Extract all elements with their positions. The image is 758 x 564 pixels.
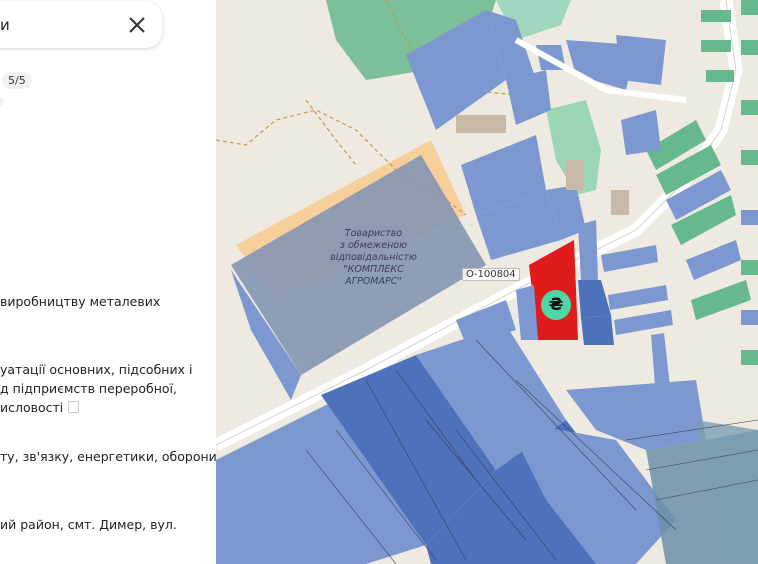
parcel[interactable]	[578, 280, 611, 318]
residential-plot[interactable]	[741, 100, 758, 115]
hryvnia-icon[interactable]: ₴	[541, 290, 571, 320]
residential-plot[interactable]	[741, 40, 758, 55]
building	[611, 190, 629, 215]
boundary-line	[305, 99, 357, 166]
parcel[interactable]	[608, 285, 668, 310]
residential-plot[interactable]	[706, 70, 734, 82]
residential-plot[interactable]	[686, 240, 741, 280]
search-input[interactable]: и	[0, 16, 10, 34]
residential-plot[interactable]	[741, 0, 758, 15]
residential-plot[interactable]	[621, 110, 661, 155]
map-canvas[interactable]	[216, 0, 758, 564]
residential-plot[interactable]	[741, 310, 758, 325]
residential-plot[interactable]	[741, 260, 758, 275]
company-label-line-1: Товариство	[344, 228, 403, 239]
detail-line-2: уатації основних, підсобних і	[0, 362, 193, 377]
residential-plot[interactable]	[701, 10, 731, 22]
detail-line-5: ту, зв'язку, енергетики, оборони	[0, 449, 216, 464]
company-label-line-5: АГРОМАРС"	[345, 276, 402, 287]
detail-line-4-row: исловості	[0, 400, 80, 415]
residential-plot[interactable]	[741, 150, 758, 165]
building	[456, 115, 506, 133]
residential-plot[interactable]	[741, 210, 758, 225]
search-box[interactable]: и	[0, 2, 162, 48]
residential-plot[interactable]	[741, 350, 758, 365]
cadastral-map[interactable]: Товариство з обмеженою відповідальністю …	[216, 0, 758, 564]
parcel[interactable]	[578, 220, 598, 280]
detail-line-1: виробництву металевих	[0, 294, 161, 309]
detail-line-6: ий район, смт. Димер, вул.	[0, 517, 177, 532]
info-panel: и 5/5 виробництву металевих уатації осно…	[0, 0, 216, 564]
residential-plot[interactable]	[616, 35, 666, 85]
company-label-line-4: "КОМПЛЕКС	[343, 264, 404, 275]
company-label-line-3: відповідальністю	[330, 252, 417, 263]
company-label-line-2: з обмеженою	[339, 240, 408, 251]
residential-plot[interactable]	[701, 40, 731, 52]
building	[566, 160, 584, 190]
parcel-id-label: О-100804	[462, 268, 520, 281]
scroll-mark	[0, 97, 3, 107]
result-counter: 5/5	[2, 72, 32, 89]
parcel[interactable]	[581, 315, 614, 345]
close-icon[interactable]	[126, 14, 148, 36]
copy-icon[interactable]	[68, 401, 80, 413]
parcel[interactable]	[614, 310, 673, 335]
detail-line-3: д підприємств переробної,	[0, 381, 177, 396]
detail-line-4: исловості	[0, 400, 64, 415]
